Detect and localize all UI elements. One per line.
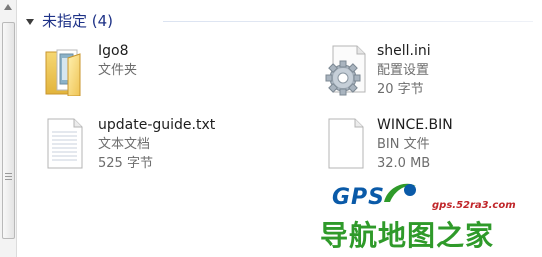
watermark-slogan: 导航地图之家 — [320, 219, 495, 252]
file-item-update-guide[interactable]: update-guide.txt 文本文档 525 字节 — [44, 117, 274, 184]
watermark-url: gps.52ra3.com — [432, 200, 516, 211]
thumb-grip — [5, 173, 12, 174]
file-name: WINCE.BIN — [377, 117, 453, 133]
scroll-thumb[interactable] — [2, 22, 15, 239]
group-title: 未指定 (4) — [42, 12, 114, 30]
file-size: 20 字节 — [377, 82, 424, 97]
file-type: BIN 文件 — [377, 137, 430, 152]
group-divider — [163, 21, 533, 22]
blank-file-icon — [328, 118, 364, 169]
file-type: 文件夹 — [98, 63, 138, 78]
text-file-icon — [47, 118, 83, 169]
thumb-grip — [5, 179, 12, 180]
scroll-up-arrow[interactable] — [4, 4, 12, 10]
file-item-wince-bin[interactable]: WINCE.BIN BIN 文件 32.0 MB — [323, 117, 542, 184]
file-name: update-guide.txt — [98, 117, 216, 133]
folder-icon — [45, 49, 81, 96]
watermark-logo: GPS gps.52ra3.com 导航地图之家 — [318, 176, 538, 252]
file-name: Igo8 — [98, 43, 129, 59]
file-item-shell-ini[interactable]: shell.ini 配置设置 20 字节 — [323, 43, 542, 110]
vertical-scrollbar[interactable] — [0, 0, 17, 257]
file-item-igo8[interactable]: Igo8 文件夹 — [44, 43, 274, 110]
thumb-grip — [5, 176, 12, 177]
file-name: shell.ini — [377, 43, 431, 59]
watermark-brand: GPS — [332, 185, 386, 210]
chevron-down-icon[interactable] — [26, 18, 34, 25]
file-type: 配置设置 — [377, 63, 430, 78]
settings-file-icon — [325, 45, 366, 96]
file-type: 文本文档 — [98, 137, 151, 152]
file-size: 32.0 MB — [377, 156, 431, 171]
globe-swoosh-icon — [384, 183, 416, 202]
file-size: 525 字节 — [98, 156, 153, 171]
group-header[interactable]: 未指定 (4) — [26, 10, 113, 31]
